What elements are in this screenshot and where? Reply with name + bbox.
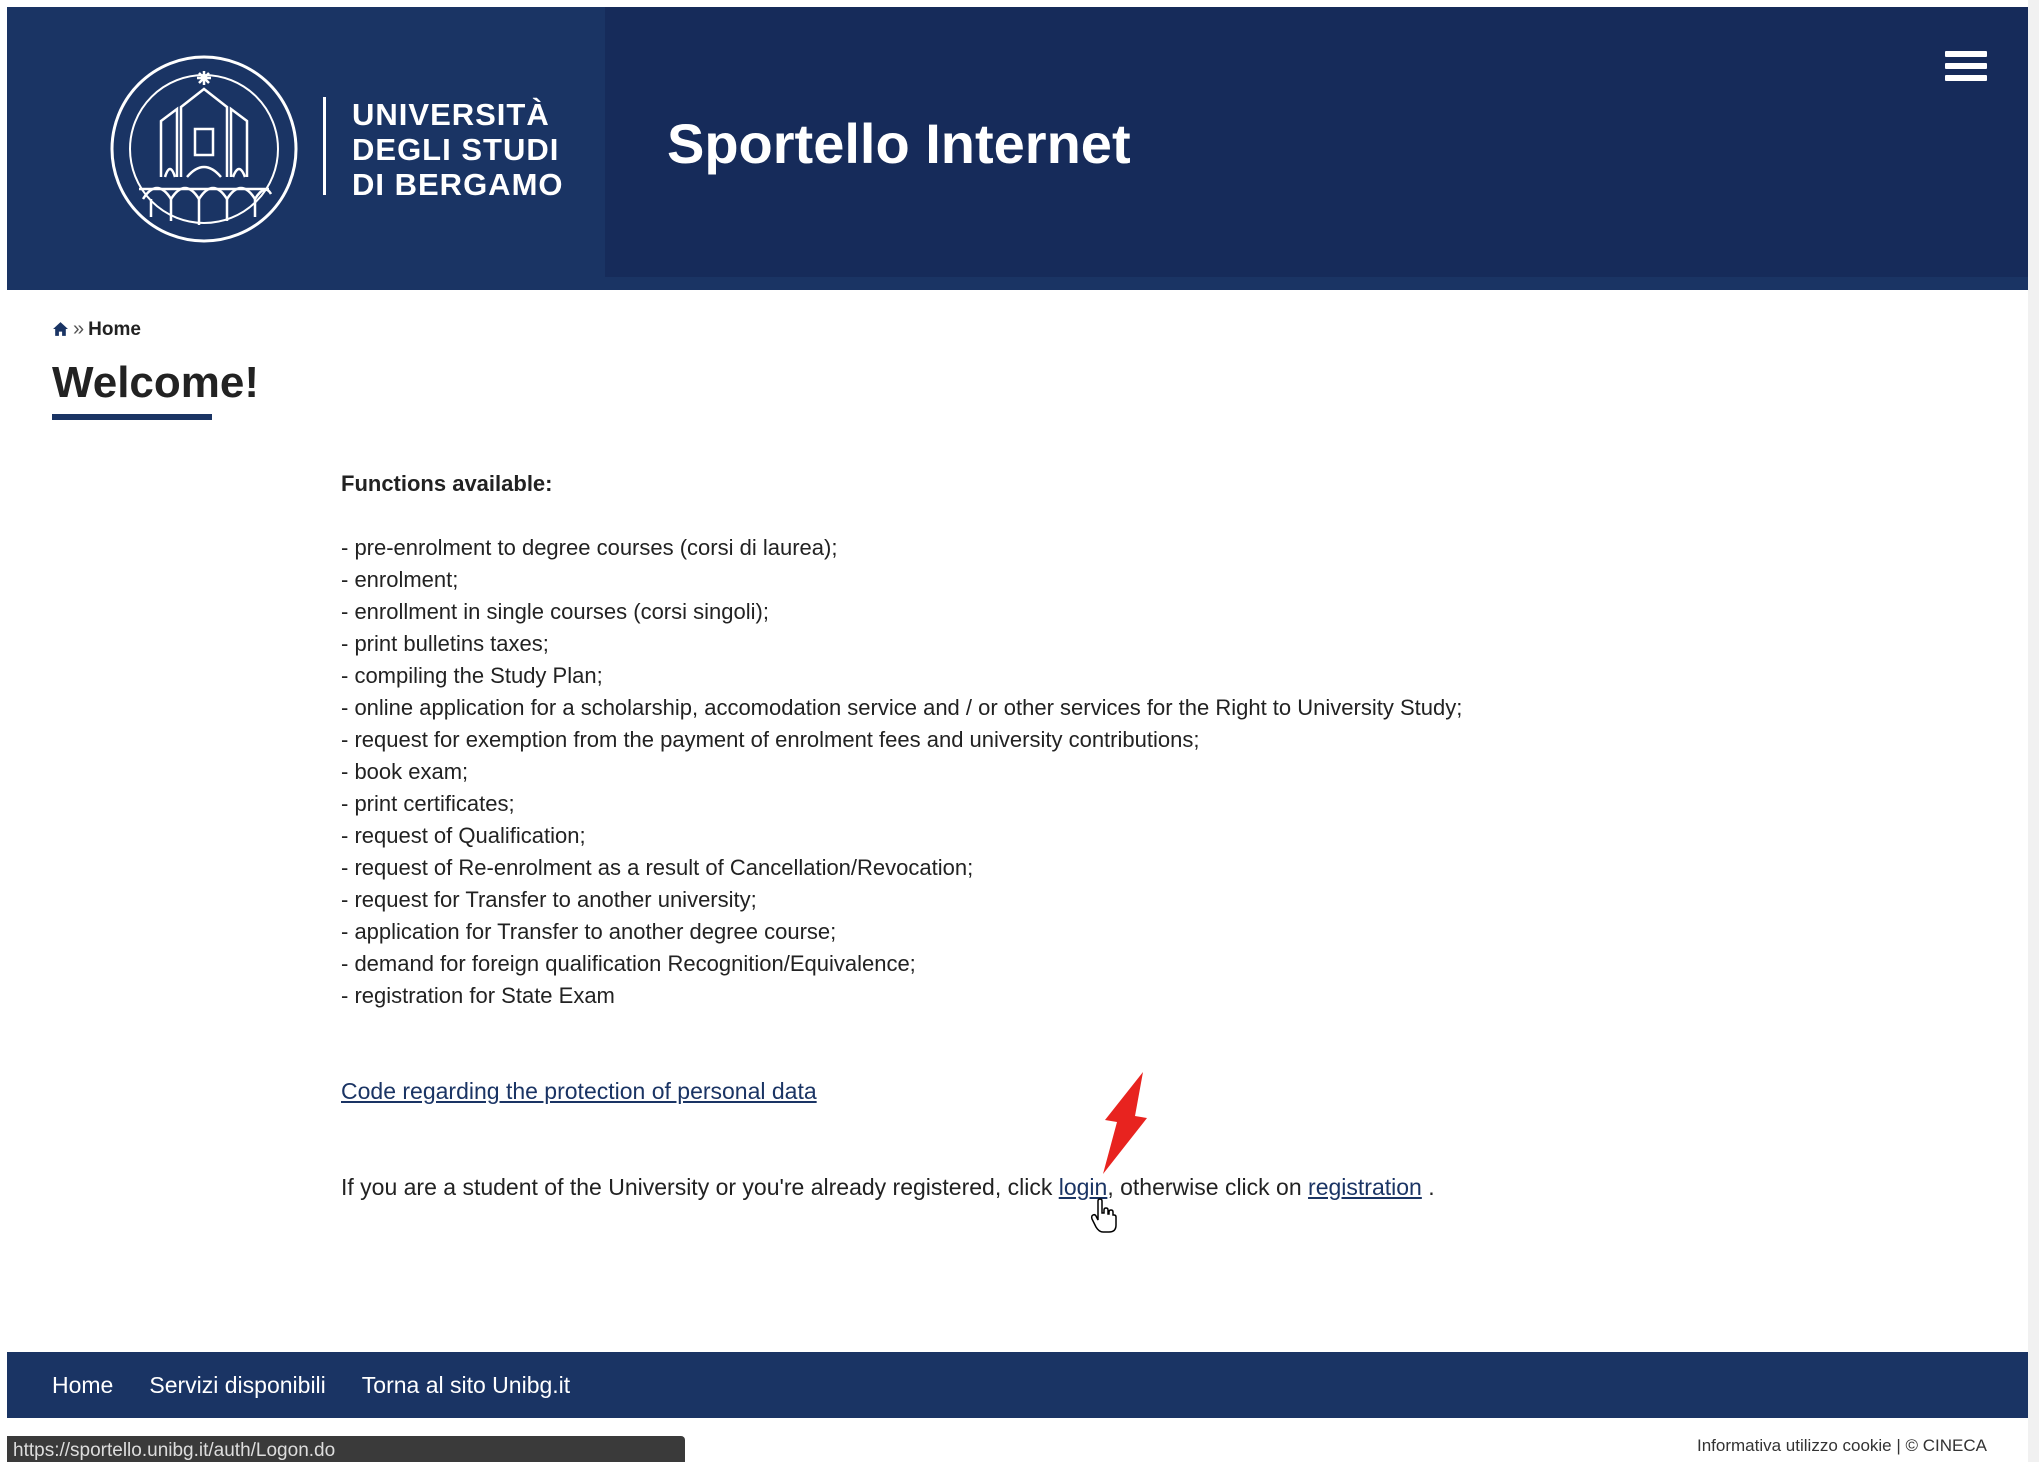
list-item: - application for Transfer to another de…	[341, 919, 837, 944]
list-item: - request for exemption from the payment…	[341, 727, 1200, 752]
footer-link-unibg[interactable]: Torna al sito Unibg.it	[362, 1372, 570, 1399]
copyright: © CINECA	[1905, 1436, 1987, 1455]
hand-cursor-icon	[1090, 1198, 1117, 1233]
title-underline	[52, 414, 212, 420]
list-item: - online application for a scholarship, …	[341, 695, 1463, 720]
cookie-separator: |	[1891, 1436, 1906, 1455]
privacy-policy-link[interactable]: Code regarding the protection of persona…	[341, 1078, 817, 1105]
list-item: - pre-enrolment to degree courses (corsi…	[341, 535, 838, 560]
registration-link[interactable]: registration	[1308, 1174, 1422, 1200]
list-item: - compiling the Study Plan;	[341, 663, 603, 688]
list-item: - registration for State Exam	[341, 983, 615, 1008]
login-instructions: If you are a student of the University o…	[341, 1174, 1435, 1201]
footer-link-home[interactable]: Home	[52, 1372, 113, 1399]
scrollbar-track[interactable]	[2028, 0, 2039, 1462]
footer-link-services[interactable]: Servizi disponibili	[149, 1372, 325, 1399]
breadcrumb-separator: »	[73, 318, 85, 340]
annotation-arrow-icon	[1103, 1072, 1147, 1174]
site-footer: Home Servizi disponibili Torna al sito U…	[7, 1352, 2028, 1418]
list-item: - print bulletins taxes;	[341, 631, 549, 656]
university-seal-logo	[110, 55, 298, 243]
list-item: - enrolment;	[341, 567, 459, 592]
list-item: - request of Qualification;	[341, 823, 586, 848]
list-item: - request of Re-enrolment as a result of…	[341, 855, 974, 880]
breadcrumb: » Home	[52, 318, 141, 341]
login-text-before: If you are a student of the University o…	[341, 1174, 1059, 1200]
hamburger-menu-icon[interactable]	[1945, 51, 1987, 87]
list-item: - book exam;	[341, 759, 469, 784]
footer-nav: Home Servizi disponibili Torna al sito U…	[52, 1352, 570, 1418]
university-name-line1: UNIVERSITÀ	[352, 97, 550, 132]
home-icon[interactable]	[52, 321, 69, 338]
university-wordmark: UNIVERSITÀ DEGLI STUDI DI BERGAMO	[352, 97, 564, 202]
breadcrumb-current: Home	[88, 318, 141, 340]
university-name-line3: DI BERGAMO	[352, 167, 564, 202]
functions-list: - pre-enrolment to degree courses (corsi…	[341, 532, 1462, 1012]
portal-title: Sportello Internet	[667, 112, 1131, 175]
site-header: UNIVERSITÀ DEGLI STUDI DI BERGAMO Sporte…	[7, 7, 2028, 290]
cookie-notice: Informativa utilizzo cookie | © CINECA	[1697, 1436, 1987, 1456]
list-item: - print certificates;	[341, 791, 515, 816]
logo-divider	[323, 97, 326, 195]
functions-heading: Functions available:	[341, 471, 553, 496]
status-bar-url: https://sportello.unibg.it/auth/Logon.do	[7, 1436, 685, 1462]
list-item: - enrollment in single courses (corsi si…	[341, 599, 769, 624]
cookie-policy-link[interactable]: Informativa utilizzo cookie	[1697, 1436, 1892, 1455]
list-item: - request for Transfer to another univer…	[341, 887, 757, 912]
page-title: Welcome!	[52, 358, 260, 407]
university-name-line2: DEGLI STUDI	[352, 132, 560, 167]
functions-section: Functions available: - pre-enrolment to …	[341, 468, 1462, 1012]
list-item: - demand for foreign qualification Recog…	[341, 951, 916, 976]
login-text-after: .	[1421, 1174, 1435, 1200]
